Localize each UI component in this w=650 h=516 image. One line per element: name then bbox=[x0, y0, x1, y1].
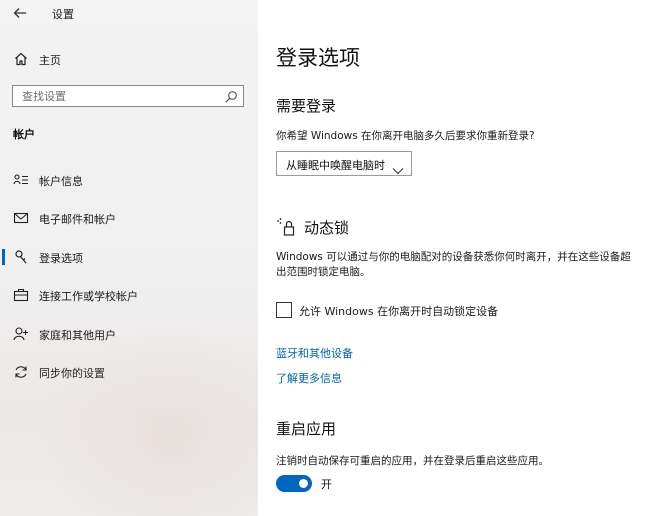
page-title: 登录选项 bbox=[276, 46, 360, 70]
auto-lock-checkbox[interactable] bbox=[276, 302, 292, 318]
back-button[interactable] bbox=[10, 4, 30, 22]
search-input[interactable] bbox=[13, 86, 213, 106]
title-bar: 设置 bbox=[0, 0, 258, 26]
sidebar-home-label: 主页 bbox=[39, 54, 61, 67]
toggle-knob bbox=[299, 479, 308, 488]
sidebar-item-label: 帐户信息 bbox=[39, 175, 83, 188]
sidebar-item-home[interactable]: 主页 bbox=[0, 48, 258, 70]
require-signin-question: 你希望 Windows 在你离开电脑多久后要求你重新登录? bbox=[276, 130, 535, 142]
sidebar-item-work-school[interactable]: 连接工作或学校帐户 bbox=[0, 281, 258, 309]
sidebar-item-account-info[interactable]: 帐户信息 bbox=[0, 166, 258, 194]
chevron-down-icon bbox=[392, 160, 404, 175]
section-heading-restart-apps: 重启应用 bbox=[276, 420, 337, 438]
sidebar-item-sign-in-options[interactable]: 登录选项 bbox=[0, 243, 258, 271]
sidebar-item-label: 同步你的设置 bbox=[39, 367, 105, 380]
active-indicator bbox=[2, 249, 5, 265]
learn-more-link[interactable]: 了解更多信息 bbox=[276, 370, 342, 386]
dynamic-lock-description: Windows 可以通过与你的电脑配对的设备获悉你何时离开，并在这些设备超出范围… bbox=[276, 251, 631, 278]
section-heading-dynamic-lock: 动态锁 bbox=[304, 219, 350, 237]
back-arrow-icon bbox=[13, 8, 26, 18]
sidebar-item-sync-settings[interactable]: 同步你的设置 bbox=[0, 358, 258, 386]
main-content: 登录选项 需要登录 你希望 Windows 在你离开电脑多久后要求你重新登录? … bbox=[258, 0, 650, 516]
toggle-state-label: 开 bbox=[321, 478, 332, 491]
account-info-icon bbox=[13, 172, 29, 188]
person-add-icon bbox=[13, 326, 29, 342]
sidebar-item-label: 登录选项 bbox=[39, 252, 83, 265]
dynamic-lock-icon bbox=[276, 217, 296, 237]
section-heading-require-signin: 需要登录 bbox=[276, 97, 337, 115]
sidebar: 设置 主页 帐户 帐户信息 bbox=[0, 0, 258, 516]
key-icon bbox=[13, 249, 29, 265]
restart-apps-description: 注销时自动保存可重启的应用，并在登录后重启这些应用。 bbox=[276, 455, 549, 467]
search-box[interactable] bbox=[12, 85, 244, 107]
sidebar-item-email-accounts[interactable]: 电子邮件和帐户 bbox=[0, 204, 258, 232]
search-icon[interactable] bbox=[224, 89, 238, 103]
require-signin-dropdown[interactable]: 从睡眠中唤醒电脑时 bbox=[276, 151, 412, 176]
window-title: 设置 bbox=[52, 8, 74, 21]
briefcase-icon bbox=[13, 287, 29, 303]
auto-lock-checkbox-label: 允许 Windows 在你离开时自动锁定设备 bbox=[299, 305, 499, 318]
section-heading-accounts: 帐户 bbox=[13, 128, 35, 141]
dropdown-value: 从睡眠中唤醒电脑时 bbox=[286, 159, 385, 172]
sidebar-item-label: 家庭和其他用户 bbox=[39, 329, 116, 342]
sidebar-item-family-users[interactable]: 家庭和其他用户 bbox=[0, 320, 258, 348]
sidebar-item-label: 电子邮件和帐户 bbox=[39, 213, 116, 226]
bluetooth-devices-link[interactable]: 蓝牙和其他设备 bbox=[276, 345, 353, 361]
sidebar-item-label: 连接工作或学校帐户 bbox=[39, 290, 138, 303]
sync-icon bbox=[13, 364, 29, 380]
restart-apps-toggle[interactable] bbox=[276, 475, 312, 492]
mail-icon bbox=[13, 210, 29, 226]
home-icon bbox=[13, 51, 29, 67]
